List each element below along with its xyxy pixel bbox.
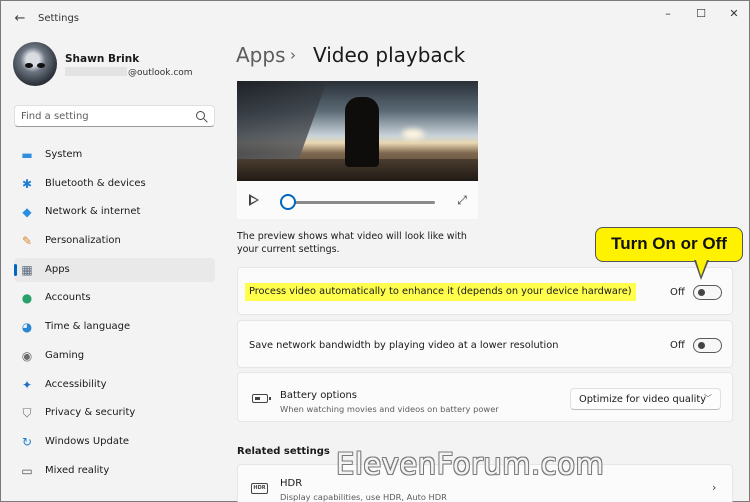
globe-clock-icon: ◕ — [21, 320, 33, 335]
app-title: Settings — [38, 13, 80, 24]
profile-name: Shawn Brink — [65, 53, 140, 65]
video-preview — [237, 81, 478, 181]
annotation-callout-pointer-fill — [696, 260, 707, 276]
sidebar-item-label: Time & language — [45, 321, 131, 333]
sidebar-item-label: Accessibility — [45, 378, 107, 390]
profile-email-suffix: @outlook.com — [128, 68, 193, 78]
minimize-button[interactable]: – — [655, 5, 681, 23]
battery-options-dropdown[interactable]: Optimize for video quality ﹀ — [570, 388, 721, 410]
sidebar-item-bluetooth-and-devices[interactable]: ✱ Bluetooth & devices — [14, 172, 215, 196]
hdr-subtitle: Display capabilities, use HDR, Auto HDR — [280, 492, 447, 502]
gamepad-icon: ◉ — [21, 348, 33, 363]
save-bandwidth-state: Off — [670, 340, 685, 351]
sidebar-item-label: Accounts — [45, 292, 91, 304]
video-controls: ⤢ — [237, 181, 478, 219]
seek-bar[interactable] — [289, 201, 435, 204]
sidebar-item-accessibility[interactable]: ✦ Accessibility — [14, 373, 215, 397]
annotation-callout-text: Turn On or Off — [611, 234, 727, 253]
sidebar-item-label: Bluetooth & devices — [45, 177, 146, 189]
sidebar-nav: ▬ System ✱ Bluetooth & devices ◆ Network & in… — [14, 143, 215, 487]
search-icon[interactable] — [196, 111, 205, 120]
process-video-label-text: Process video automatically to enhance i… — [245, 283, 636, 301]
battery-icon — [252, 394, 271, 403]
sidebar-item-apps[interactable]: ▦ Apps — [14, 257, 215, 282]
save-bandwidth-toggle[interactable] — [693, 338, 722, 353]
maximize-button[interactable]: ☐ — [688, 5, 714, 23]
sidebar-item-label: System — [45, 149, 83, 160]
video-scene-sun — [402, 129, 424, 139]
annotation-callout: Turn On or Off — [595, 227, 743, 262]
title-bar: ← Settings – ☐ ✕ — [1, 1, 749, 37]
hdr-icon: HDR — [251, 483, 268, 494]
battery-options-subtitle: When watching movies and videos on batte… — [280, 404, 499, 414]
save-bandwidth-label: Save network bandwidth by playing video … — [249, 340, 559, 351]
avatar[interactable] — [13, 42, 57, 86]
system-icon: ▬ — [21, 148, 33, 162]
battery-options-value: Optimize for video quality — [579, 394, 707, 405]
sidebar-item-label: Gaming — [45, 349, 85, 361]
update-icon: ↻ — [21, 434, 33, 449]
sidebar-item-system[interactable]: ▬ System — [14, 143, 215, 167]
sidebar-item-label: Windows Update — [45, 435, 130, 447]
person-icon: ● — [21, 291, 33, 306]
breadcrumb-separator: › — [290, 46, 296, 64]
sidebar-item-label: Apps — [45, 263, 70, 275]
save-bandwidth-setting: Save network bandwidth by playing video … — [237, 320, 733, 368]
search-input[interactable] — [21, 109, 191, 123]
sidebar-item-time-and-language[interactable]: ◕ Time & language — [14, 315, 215, 339]
sidebar-item-accounts[interactable]: ● Accounts — [14, 286, 215, 310]
related-settings-heading: Related settings — [237, 446, 330, 457]
sidebar-item-label: Mixed reality — [45, 464, 110, 476]
watermark: ElevenForum.com — [336, 447, 605, 481]
shield-icon: ⛉ — [22, 406, 32, 421]
toggle-knob — [698, 289, 705, 296]
hdr-title: HDR — [280, 478, 303, 489]
avatar-eye — [37, 63, 45, 68]
sidebar-item-label: Network & internet — [45, 206, 141, 218]
preview-description: The preview shows what video will look l… — [237, 231, 467, 255]
profile-email: @outlook.com — [65, 67, 193, 78]
sidebar-item-label: Privacy & security — [45, 407, 136, 419]
battery-options-title: Battery options — [280, 390, 358, 401]
toggle-knob — [698, 342, 705, 349]
sidebar-item-personalization[interactable]: ✎ Personalization — [14, 229, 215, 253]
bluetooth-icon: ✱ — [21, 176, 33, 191]
process-video-label: Process video automatically to enhance i… — [245, 283, 636, 301]
battery-options-setting: Battery options When watching movies and… — [237, 372, 733, 422]
headset-icon: ▭ — [21, 463, 33, 478]
accessibility-icon: ✦ — [21, 377, 33, 392]
page-title: Video playback — [313, 43, 466, 67]
email-redaction — [65, 67, 127, 76]
chevron-right-icon: › — [712, 481, 717, 494]
sidebar-item-mixed-reality[interactable]: ▭ Mixed reality — [14, 459, 215, 483]
avatar-eye — [25, 63, 33, 68]
sidebar-item-windows-update[interactable]: ↻ Windows Update — [14, 430, 215, 454]
sidebar-item-label: Personalization — [45, 235, 121, 247]
sidebar-item-privacy-and-security[interactable]: ⛉ Privacy & security — [14, 401, 215, 425]
video-scene-person — [345, 97, 379, 167]
search-box[interactable] — [14, 105, 215, 127]
process-video-setting: Process video automatically to enhance i… — [237, 267, 733, 315]
wifi-icon: ◆ — [22, 205, 32, 220]
close-button[interactable]: ✕ — [721, 5, 747, 23]
chevron-down-icon: ﹀ — [704, 394, 712, 403]
breadcrumb-parent[interactable]: Apps — [236, 43, 286, 67]
seek-thumb[interactable] — [280, 194, 296, 210]
process-video-toggle[interactable] — [693, 285, 722, 300]
process-video-state: Off — [670, 287, 685, 298]
brush-icon: ✎ — [21, 234, 33, 249]
play-icon[interactable] — [249, 194, 259, 206]
sidebar-item-gaming[interactable]: ◉ Gaming — [14, 344, 215, 368]
settings-window: ← Settings – ☐ ✕ Shawn Brink @outlook.co… — [0, 0, 750, 502]
fullscreen-icon[interactable]: ⤢ — [455, 193, 469, 207]
back-arrow-icon[interactable]: ← — [11, 10, 29, 28]
sidebar-item-network-and-internet[interactable]: ◆ Network & internet — [14, 200, 215, 224]
apps-icon: ▦ — [21, 262, 33, 277]
